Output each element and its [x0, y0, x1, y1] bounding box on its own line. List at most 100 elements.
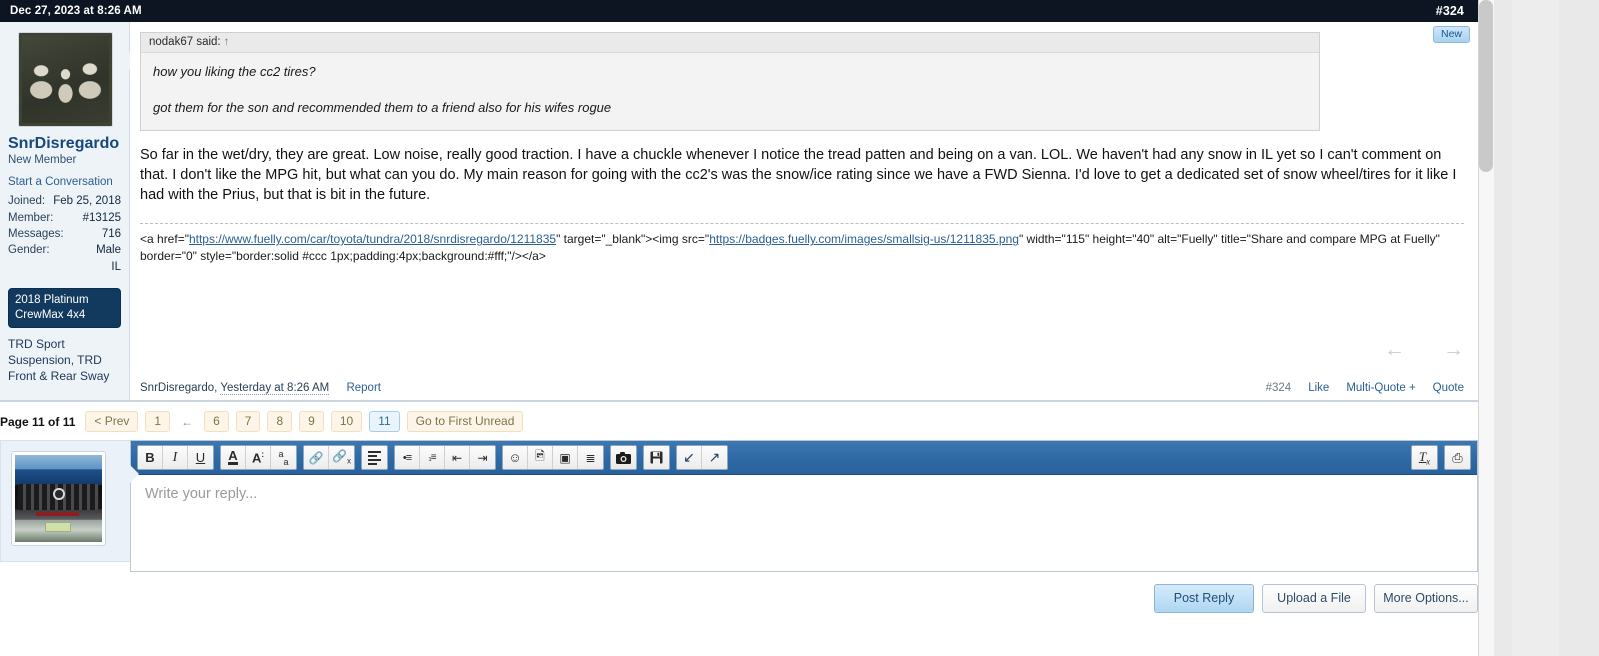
page-button-10[interactable]: 10 — [330, 411, 363, 432]
insert-link-icon[interactable]: 🔗 — [304, 446, 329, 469]
page-button-11-current[interactable]: 11 — [369, 411, 400, 432]
toolbar-group-lists: •≡ ₁≡ ⇤ ⇥ — [394, 445, 496, 470]
page-button-9[interactable]: 9 — [299, 411, 324, 432]
post-footer: SnrDisregardo, Yesterday at 8:26 AM Repo… — [140, 382, 1464, 395]
avatar-image — [15, 455, 102, 542]
undo-icon[interactable]: ↙ — [677, 446, 702, 469]
bullet-list-icon[interactable]: •≡ — [395, 446, 420, 469]
license-plate — [44, 521, 71, 532]
stat-label: Joined: — [8, 195, 46, 208]
bold-icon[interactable]: B — [138, 446, 163, 469]
numbered-list-icon[interactable]: ₁≡ — [420, 446, 445, 469]
quote-attribution: nodak67 said: ↑ — [141, 33, 1319, 53]
post-author-sidebar: SnrDisregardo New Member Start a Convers… — [0, 22, 130, 400]
signature-separator — [140, 223, 1464, 225]
post-footer-left: SnrDisregardo, Yesterday at 8:26 AM Repo… — [140, 382, 381, 395]
save-draft-icon[interactable] — [644, 446, 669, 469]
jump-to-quote-icon[interactable]: ↑ — [224, 36, 230, 48]
page-count-label: Page 11 of 11 — [0, 414, 76, 429]
text-color-icon[interactable]: A — [221, 446, 246, 469]
signature-prefix: <a href=" — [140, 232, 189, 247]
page-button-6[interactable]: 6 — [204, 411, 229, 432]
truck-bumper-stripe — [35, 512, 80, 516]
reply-action-buttons: Post Reply Upload a File More Options... — [0, 572, 1478, 613]
author-username[interactable]: SnrDisregardo — [8, 135, 121, 153]
author-vehicle-badge: 2018 Platinum CrewMax 4x4 — [8, 288, 121, 329]
reply-avatar-sidebar — [0, 440, 139, 562]
toolbar-group-bbcode: ⎙ — [1444, 445, 1471, 470]
underline-icon[interactable]: U — [188, 446, 213, 469]
remove-link-icon[interactable]: 🔗x — [329, 446, 354, 469]
signature-link-badge[interactable]: https://badges.fuelly.com/images/smallsi… — [709, 232, 1019, 246]
stat-value: #13125 — [82, 211, 121, 224]
main-content-column: Dec 27, 2023 at 8:26 AM #324 New SnrDisr… — [0, 0, 1478, 656]
toggle-bbcode-icon[interactable]: ⎙ — [1445, 446, 1470, 469]
toolbar-group-text-style: B I U — [137, 445, 214, 470]
next-post-arrow-icon[interactable]: → — [1443, 339, 1464, 360]
footer-post-number[interactable]: #324 — [1266, 382, 1292, 394]
current-user-avatar[interactable] — [11, 451, 106, 546]
reply-editor-container: B I U A A: aa 🔗 🔗x •≡ ₁≡ ⇤ ⇥ ☺ 🖻 ▣ ≣ ↙ ↗… — [0, 440, 1478, 572]
stat-value: 716 — [101, 228, 121, 241]
toolbar-group-remove-formatting: Tx — [1411, 445, 1438, 470]
toolbar-group-history: ↙ ↗ — [676, 445, 728, 470]
right-side-panel — [1512, 0, 1559, 656]
quote-button[interactable]: Quote — [1433, 382, 1464, 394]
font-size-icon[interactable]: A: — [246, 446, 271, 469]
toolbar-group-align — [361, 445, 388, 470]
upload-file-button[interactable]: Upload a File — [1262, 584, 1366, 613]
footer-author: SnrDisregardo, — [140, 382, 218, 394]
insert-image-icon[interactable]: 🖻 — [528, 446, 553, 469]
like-button[interactable]: Like — [1308, 382, 1329, 394]
stat-value: Male — [96, 244, 121, 257]
indent-icon[interactable]: ⇥ — [470, 446, 495, 469]
toolbar-group-insert: ☺ 🖻 ▣ ≣ — [502, 445, 604, 470]
reply-input[interactable]: Write your reply... — [131, 475, 1477, 571]
prev-page-button[interactable]: < Prev — [85, 411, 139, 432]
start-conversation-link[interactable]: Start a Conversation — [8, 176, 121, 188]
page-button-7[interactable]: 7 — [235, 411, 261, 432]
stat-label: Member: — [8, 211, 54, 224]
post-message-column: nodak67 said: ↑ how you liking the cc2 ti… — [120, 22, 1478, 400]
post-footer-right: #324 Like Multi-Quote + Quote — [1266, 382, 1464, 394]
stat-label: Gender: — [8, 244, 50, 257]
remove-formatting-icon[interactable]: Tx — [1412, 446, 1437, 469]
vertical-scrollbar-thumb[interactable] — [1479, 0, 1493, 172]
more-options-button[interactable]: More Options... — [1374, 584, 1478, 613]
avatar-image — [22, 36, 109, 123]
editor-toolbar: B I U A A: aa 🔗 🔗x •≡ ₁≡ ⇤ ⇥ ☺ 🖻 ▣ ≣ ↙ ↗… — [131, 441, 1477, 475]
quote-line: got them for the son and recommended the… — [153, 100, 612, 116]
camera-icon[interactable] — [611, 446, 636, 469]
smilie-icon[interactable]: ☺ — [503, 446, 528, 469]
new-post-badge: New — [1432, 26, 1470, 43]
italic-icon[interactable]: I — [163, 446, 188, 469]
insert-quote-icon[interactable]: ≣ — [578, 446, 603, 469]
report-link[interactable]: Report — [346, 382, 381, 394]
outdent-icon[interactable]: ⇤ — [445, 446, 470, 469]
previous-post-arrow-icon[interactable]: ← — [1384, 339, 1405, 360]
go-to-first-unread-button[interactable]: Go to First Unread — [406, 411, 524, 432]
author-stat-messages: Messages: 716 — [8, 226, 121, 242]
post-date: Dec 27, 2023 at 8:26 AM — [10, 5, 142, 17]
quote-line: how you liking the cc2 tires? — [153, 64, 316, 79]
post-reply-button[interactable]: Post Reply — [1154, 584, 1254, 613]
redo-icon[interactable]: ↗ — [702, 446, 727, 469]
author-stat-member: Member: #13125 — [8, 210, 121, 226]
align-icon[interactable] — [362, 446, 387, 469]
post-number-anchor[interactable]: #324 — [1436, 4, 1464, 18]
insert-media-icon[interactable]: ▣ — [553, 446, 578, 469]
post-header-bar: Dec 27, 2023 at 8:26 AM #324 — [0, 0, 1478, 22]
stat-value: Feb 25, 2018 — [53, 195, 121, 208]
footer-timestamp[interactable]: Yesterday at 8:26 AM — [220, 382, 330, 395]
toolbar-group-link: 🔗 🔗x — [303, 445, 355, 470]
stat-label: Messages: — [8, 228, 64, 241]
multi-quote-button[interactable]: Multi-Quote + — [1346, 382, 1415, 394]
author-mods-text: TRD Sport Suspension, TRD Front & Rear S… — [8, 337, 110, 383]
quote-text: how you liking the cc2 tires? got them f… — [141, 53, 1319, 130]
avatar[interactable] — [18, 32, 113, 127]
signature-link-fuelly[interactable]: https://www.fuelly.com/car/toyota/tundra… — [189, 232, 556, 246]
speech-arrow — [120, 52, 130, 70]
page-button-8[interactable]: 8 — [267, 411, 293, 432]
page-button-1[interactable]: 1 — [145, 411, 171, 432]
font-family-icon[interactable]: aa — [271, 446, 296, 469]
